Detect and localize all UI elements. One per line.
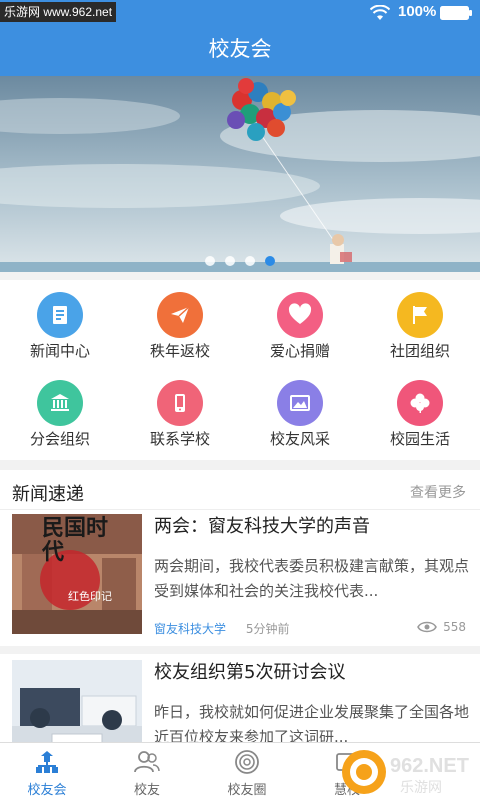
flag-icon <box>397 292 443 338</box>
news-section: 新闻速递 查看更多 民国时代 红色印记 两会：窗友科技大学的声音 两会期间，我校… <box>0 470 480 742</box>
news-item-summary: 昨日，我校就如何促进企业发展聚集了全国各地近百位校友来参加了这词研... <box>154 703 470 742</box>
grid-label: 校友风采 <box>269 430 330 448</box>
battery-level: 100% <box>398 3 437 20</box>
news-section-title: 新闻速递 <box>12 484 84 505</box>
news-item-meta: 窗友科技大学 5分钟前 558 <box>154 620 470 640</box>
thumb-subtitle: 红色印记 <box>68 590 112 603</box>
feature-grid: 新闻中心 秩年返校 爱心捐赠 社团组织 分会组织 联系学校 校友风采 校园生活 <box>0 280 480 460</box>
news-header: 新闻速递 查看更多 <box>0 470 480 510</box>
carousel-dot-active[interactable] <box>265 256 275 266</box>
grid-label: 分会组织 <box>29 430 90 448</box>
banner-image <box>0 76 480 272</box>
wifi-icon <box>370 5 390 20</box>
grid-item-branches[interactable]: 分会组织 <box>0 368 120 458</box>
carousel-indicators <box>0 256 480 268</box>
tab-alumni-circle[interactable]: 校友圈 <box>200 743 294 800</box>
tab-label: 校友圈 <box>227 783 267 798</box>
paper-plane-icon <box>157 292 203 338</box>
tab-label: 校友 <box>133 783 160 798</box>
news-item-title: 两会：窗友科技大学的声音 <box>154 516 370 537</box>
grid-label: 校园生活 <box>389 430 450 448</box>
home-sitemap-icon <box>36 751 58 773</box>
page-title: 校友会 <box>208 37 272 61</box>
grid-item-donation[interactable]: 爱心捐赠 <box>240 280 360 370</box>
news-item[interactable]: 民国时代 红色印记 两会：窗友科技大学的声音 两会期间，我校代表委员积极建言献策… <box>0 514 480 652</box>
grid-item-clubs[interactable]: 社团组织 <box>360 280 480 370</box>
grid-label: 联系学校 <box>149 430 210 448</box>
eye-icon <box>417 621 437 633</box>
tab-alumni[interactable]: 校友 <box>100 743 194 800</box>
app-header: 乐游网 www.962.net 100% 校友会 <box>0 0 480 76</box>
news-thumbnail <box>12 660 142 742</box>
picture-icon <box>277 380 323 426</box>
institution-icon <box>37 380 83 426</box>
news-item-source[interactable]: 窗友科技大学 <box>154 622 226 636</box>
grid-item-gallery[interactable]: 校友风采 <box>240 368 360 458</box>
grid-item-return-school[interactable]: 秩年返校 <box>120 280 240 370</box>
heart-icon <box>277 292 323 338</box>
divider <box>0 646 480 654</box>
views-count: 558 <box>443 620 466 634</box>
svg-text:乐游网: 乐游网 <box>400 780 442 796</box>
watermark: 乐游网 www.962.net <box>0 2 117 22</box>
contacts-icon <box>134 751 160 773</box>
site-watermark-logo: 962.NET 乐游网 <box>342 750 469 796</box>
grid-item-contact[interactable]: 联系学校 <box>120 368 240 458</box>
phone-icon <box>157 380 203 426</box>
grid-label: 秩年返校 <box>149 342 210 360</box>
news-item[interactable]: 校友组织第5次研讨会议 昨日，我校就如何促进企业发展聚集了全国各地近百位校友来参… <box>0 660 480 742</box>
grid-label: 爱心捐赠 <box>269 342 330 360</box>
news-doc-icon <box>37 292 83 338</box>
news-item-summary: 两会期间，我校代表委员积极建言献策，其观点受到媒体和社会的关注我校代表... <box>154 557 470 600</box>
grid-item-news-center[interactable]: 新闻中心 <box>0 280 120 370</box>
grid-label: 社团组织 <box>389 342 450 360</box>
logo-text: 962.NET <box>390 755 469 777</box>
tab-label: 校友会 <box>27 783 67 798</box>
news-item-time: 5分钟前 <box>245 622 290 636</box>
circle-target-icon <box>235 750 259 774</box>
carousel-dot[interactable] <box>225 256 235 266</box>
grid-item-campus-life[interactable]: 校园生活 <box>360 368 480 458</box>
carousel-dot[interactable] <box>205 256 215 266</box>
news-thumbnail: 民国时代 红色印记 <box>12 514 142 634</box>
status-bar: 乐游网 www.962.net 100% <box>0 0 480 26</box>
news-item-title: 校友组织第5次研讨会议 <box>154 662 346 683</box>
banner-carousel[interactable] <box>0 76 480 272</box>
carousel-dot[interactable] <box>245 256 255 266</box>
grid-label: 新闻中心 <box>29 342 90 360</box>
battery-icon <box>440 6 472 20</box>
tab-alumni-association[interactable]: 校友会 <box>0 743 94 800</box>
thumb-title: 民国时代 <box>42 515 109 565</box>
news-item-views: 558 <box>417 620 466 634</box>
view-more-link[interactable]: 查看更多 <box>410 482 466 502</box>
clover-icon <box>397 380 443 426</box>
